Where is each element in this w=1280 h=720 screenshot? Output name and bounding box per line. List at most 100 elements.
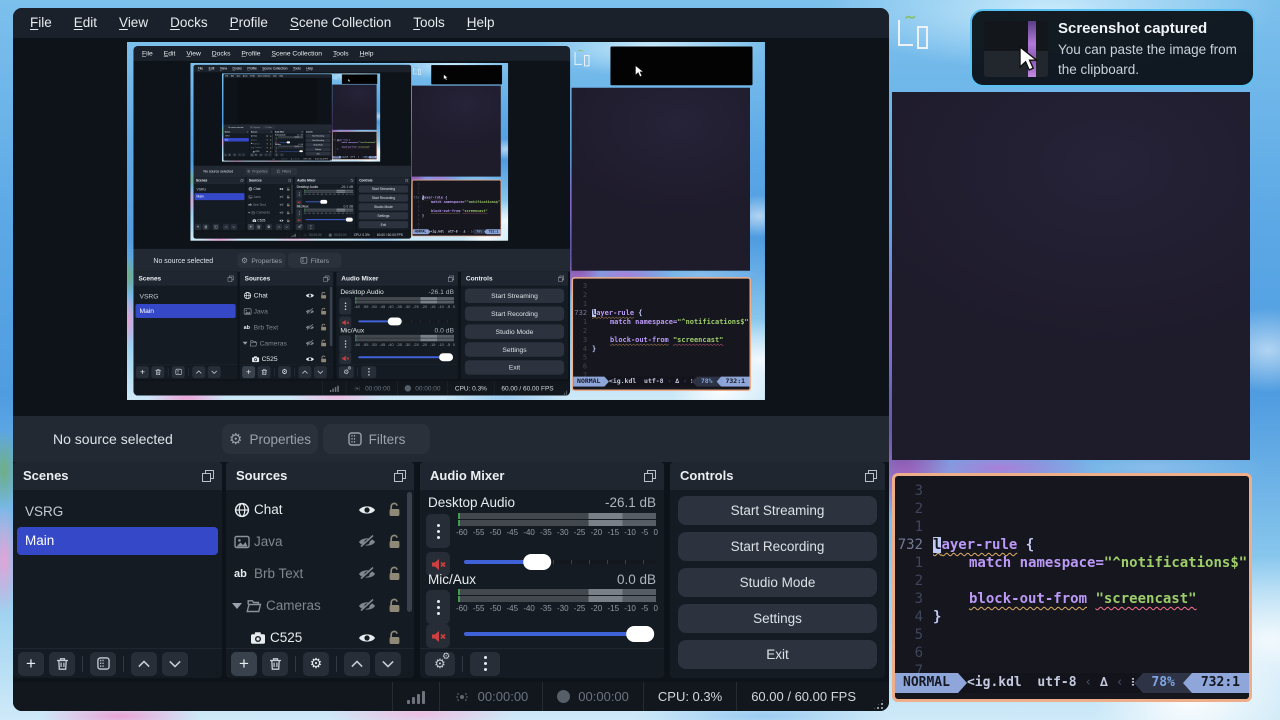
- move-scene-down-button[interactable]: [162, 652, 188, 676]
- visible-eye-icon[interactable]: [358, 502, 376, 518]
- filters-icon: [97, 657, 110, 670]
- program-preview[interactable]: File Edit View Docks Profile Scene Colle…: [127, 42, 765, 400]
- connection-bars-icon: [407, 690, 425, 704]
- controls-dock: Controls Start Streaming Start Recording…: [670, 462, 885, 678]
- sources-scrollbar[interactable]: [407, 492, 412, 612]
- obs-menubar: File Edit View Docks Profile Scene Colle…: [13, 8, 889, 38]
- cpu-usage: CPU: 0.3%: [658, 689, 722, 704]
- advanced-audio-button[interactable]: ⚙⚙: [425, 652, 455, 676]
- unlock-icon[interactable]: [388, 630, 401, 645]
- move-source-up-button[interactable]: [344, 652, 370, 676]
- exit-button[interactable]: Exit: [678, 640, 877, 669]
- scene-item-main[interactable]: Main: [17, 527, 218, 555]
- remove-scene-button[interactable]: [49, 652, 75, 676]
- audio-mixer-title: Audio Mixer: [420, 462, 664, 490]
- start-streaming-button[interactable]: Start Streaming: [678, 496, 877, 525]
- popout-icon[interactable]: [644, 470, 656, 482]
- cursor-position: 732:1: [1192, 673, 1249, 693]
- add-scene-button[interactable]: +: [18, 652, 44, 676]
- resize-grip[interactable]: [872, 698, 885, 711]
- volume-meter: [458, 513, 656, 528]
- channel-volume-db: -26.1 dB: [605, 495, 656, 510]
- volume-slider[interactable]: [464, 554, 656, 570]
- chevron-up-icon: [138, 660, 150, 668]
- gear-icon: ⚙: [229, 430, 242, 448]
- hidden-eye-icon[interactable]: [358, 566, 376, 582]
- browser-source-icon: [234, 502, 250, 518]
- desktop-screen: File Edit View Docks Profile Scene Colle…: [0, 0, 1280, 720]
- expand-triangle-icon[interactable]: [232, 603, 242, 609]
- unlock-icon[interactable]: [388, 598, 401, 613]
- menu-profile[interactable]: Profile: [219, 8, 279, 38]
- notification-body: You can paste the image from the clipboa…: [1058, 40, 1246, 79]
- mute-button[interactable]: [426, 624, 450, 648]
- fps-indicator: 60.00 / 60.00 FPS: [751, 689, 856, 704]
- slider-handle[interactable]: [523, 554, 551, 570]
- channel-menu-button[interactable]: [426, 590, 450, 624]
- record-icon: [557, 690, 570, 703]
- remove-source-button[interactable]: [262, 652, 288, 676]
- scene-item-vsrg[interactable]: VSRG: [17, 498, 218, 526]
- channel-menu-button[interactable]: [426, 514, 450, 548]
- muted-speaker-icon: [431, 630, 446, 643]
- visible-eye-icon[interactable]: [358, 630, 376, 646]
- move-source-down-button[interactable]: [375, 652, 401, 676]
- obs-statusbar: 00:00:00 00:00:00 CPU: 0.3% 60.00 / 60.0…: [13, 682, 889, 711]
- mixer-menu-button[interactable]: [470, 652, 500, 676]
- popout-icon[interactable]: [865, 470, 877, 482]
- hidden-eye-icon[interactable]: [358, 534, 376, 550]
- vim-mode-indicator: NORMAL: [895, 673, 958, 693]
- popout-icon[interactable]: [202, 470, 214, 482]
- slider-handle[interactable]: [626, 626, 654, 642]
- add-source-button[interactable]: +: [231, 652, 257, 676]
- group-folder-icon: [246, 598, 262, 614]
- scene-filters-button[interactable]: [90, 652, 116, 676]
- scenes-toolbar: +: [13, 648, 222, 678]
- filters-icon: [348, 432, 362, 446]
- move-scene-up-button[interactable]: [131, 652, 157, 676]
- source-row-chat[interactable]: Chat: [226, 494, 414, 526]
- menu-file[interactable]: File: [19, 8, 63, 38]
- start-recording-button[interactable]: Start Recording: [678, 532, 877, 561]
- menu-docks[interactable]: Docks: [159, 8, 219, 38]
- source-action-toolbar: No source selected ⚙ Properties Filters: [13, 416, 889, 462]
- properties-button[interactable]: ⚙ Properties: [222, 424, 318, 454]
- statusline-info: <ig.kdl utf-8 ‹ ∆ ‹ ≡ kdl: [967, 673, 1134, 693]
- unlock-icon[interactable]: [388, 534, 401, 549]
- unlock-icon[interactable]: [388, 502, 401, 517]
- scenes-dock-title: Scenes: [13, 462, 222, 490]
- audio-mixer-dock: Audio Mixer Desktop Audio -26.1 dB -60-5…: [420, 462, 664, 678]
- source-properties-button[interactable]: ⚙: [303, 652, 329, 676]
- broadcast-icon: [454, 690, 470, 704]
- filters-button[interactable]: Filters: [323, 424, 430, 454]
- meter-scale: -60-55-50-45-40-35-30-25-20-15-10-50: [456, 528, 658, 537]
- channel-volume-db: 0.0 dB: [617, 572, 656, 587]
- settings-button[interactable]: Settings: [678, 604, 877, 633]
- stream-timer: 00:00:00: [478, 689, 529, 704]
- trash-icon: [269, 657, 282, 671]
- menu-scene-collection[interactable]: Scene Collection: [279, 8, 402, 38]
- chevron-down-icon: [382, 660, 394, 668]
- sources-toolbar: + ⚙: [226, 648, 414, 678]
- popout-icon[interactable]: [394, 470, 406, 482]
- notification[interactable]: Screenshot captured You can paste the im…: [970, 9, 1255, 87]
- mouse-cursor: [1018, 46, 1042, 72]
- editor-statusline: NORMAL <ig.kdl utf-8 ‹ ∆ ‹ ≡ kdl 78% 732…: [895, 673, 1249, 693]
- source-row-brb-text[interactable]: ab Brb Text: [226, 558, 414, 590]
- menu-help[interactable]: Help: [456, 8, 506, 38]
- volume-meter: [458, 589, 656, 604]
- volume-slider[interactable]: [464, 626, 656, 642]
- preview-pixels: File Edit View Docks Profile Scene Colle…: [222, 73, 380, 161]
- menu-edit[interactable]: Edit: [63, 8, 108, 38]
- menu-tools[interactable]: Tools: [402, 8, 456, 38]
- unlock-icon[interactable]: [388, 566, 401, 581]
- hidden-eye-icon[interactable]: [358, 598, 376, 614]
- text-source-icon: ab: [234, 566, 250, 582]
- sources-dock: Sources Chat Java ab Brb Text: [226, 462, 414, 678]
- studio-mode-button[interactable]: Studio Mode: [678, 568, 877, 597]
- sources-dock-title: Sources: [226, 462, 414, 490]
- terminal-window[interactable]: 3 2 1 732 layer-rule { 1 match namespace…: [892, 473, 1252, 702]
- source-row-cameras-group[interactable]: Cameras: [226, 590, 414, 622]
- source-row-java[interactable]: Java: [226, 526, 414, 558]
- menu-view[interactable]: View: [108, 8, 159, 38]
